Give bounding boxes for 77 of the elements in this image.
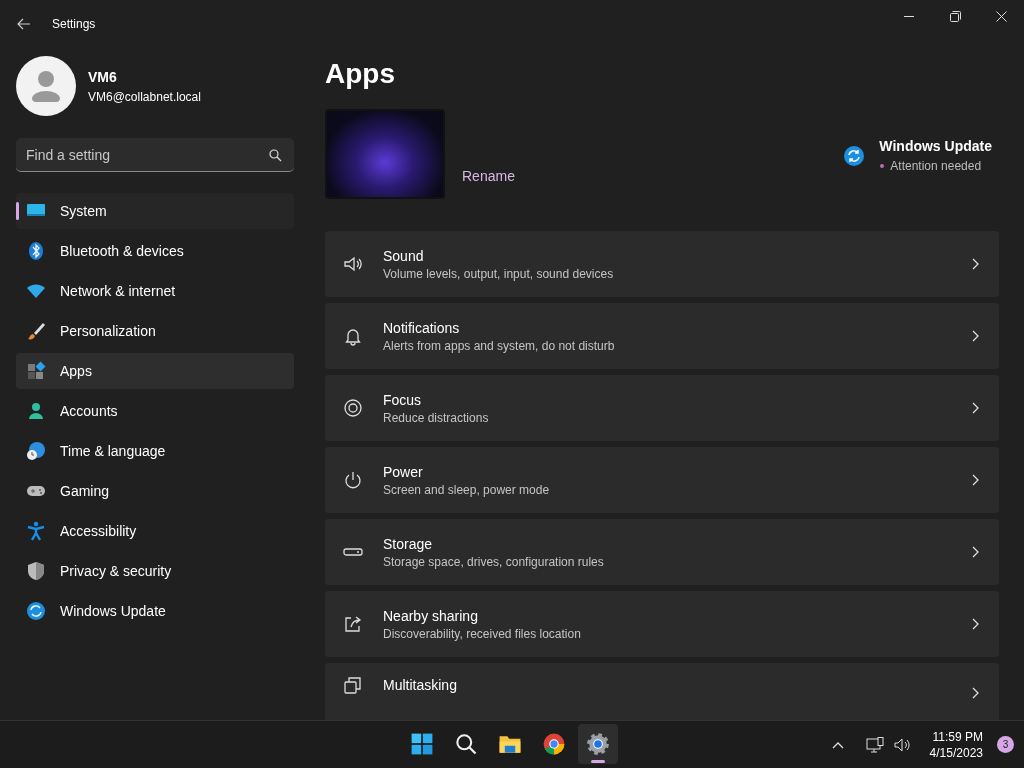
card-subtitle: Storage space, drives, configuration rules: [383, 554, 605, 570]
chevron-right-icon: [972, 618, 979, 630]
update-icon: [26, 601, 46, 621]
chevron-right-icon: [972, 402, 979, 414]
windows-logo-icon: [409, 731, 435, 757]
windows-stack-icon: [343, 675, 363, 695]
active-indicator: [591, 760, 605, 763]
settings-card[interactable]: Nearby sharing Discoverability, received files location: [325, 591, 999, 657]
sidebar-item[interactable]: Personalization: [16, 313, 294, 349]
apps-icon: [26, 361, 46, 381]
update-title[interactable]: Windows Update: [879, 136, 992, 157]
avatar-icon: [16, 56, 76, 116]
page-title: Apps: [325, 57, 396, 91]
bluetooth-icon: [26, 241, 46, 261]
globe-clock-icon: [26, 441, 46, 461]
sidebar-item[interactable]: Time & language: [16, 433, 294, 469]
settings-card[interactable]: Storage Storage space, drives, configuration rules: [325, 519, 999, 585]
user-email: VM6@collabnet.local: [88, 88, 201, 106]
window-title: Settings: [52, 16, 96, 33]
selection-indicator: [16, 202, 19, 220]
gear-icon: [585, 731, 611, 757]
settings-card[interactable]: Notifications Alerts from apps and system, do not disturb: [325, 303, 999, 369]
card-title: Sound: [383, 247, 425, 266]
card-title: Notifications: [383, 319, 461, 338]
volume-icon[interactable]: [893, 736, 912, 753]
search-field[interactable]: Find a setting: [16, 138, 294, 172]
sidebar-item[interactable]: System: [16, 193, 294, 229]
card-subtitle: Volume levels, output, input, sound devices: [383, 266, 615, 282]
chevron-right-icon: [972, 474, 979, 486]
notification-badge[interactable]: 3: [997, 736, 1014, 753]
card-title: Storage: [383, 535, 434, 554]
person-icon: [26, 401, 46, 421]
sidebar-item[interactable]: Gaming: [16, 473, 294, 509]
focus-icon: [343, 398, 363, 418]
browser-icon: [541, 731, 567, 757]
card-subtitle: Discoverability, received files location: [383, 626, 582, 642]
share-icon: [343, 614, 363, 634]
paintbrush-icon: [26, 321, 46, 341]
search-icon[interactable]: [269, 149, 282, 162]
chevron-right-icon: [972, 330, 979, 342]
card-subtitle: Reduce distractions: [383, 410, 490, 426]
settings-card[interactable]: Multitasking: [325, 663, 999, 720]
user-name: VM6: [88, 67, 118, 87]
card-subtitle: Screen and sleep, power mode: [383, 482, 551, 498]
card-title: Nearby sharing: [383, 607, 479, 626]
chevron-right-icon: [972, 258, 979, 270]
accessibility-icon: [26, 521, 46, 541]
sidebar-item[interactable]: Apps: [16, 353, 294, 389]
clock-date[interactable]: 4/15/2023: [929, 744, 983, 761]
update-status: Attention needed: [890, 158, 982, 175]
speaker-icon: [343, 254, 363, 274]
clock-time[interactable]: 11:59 PM: [932, 728, 983, 745]
power-icon: [343, 470, 363, 490]
sidebar-item[interactable]: Bluetooth & devices: [16, 233, 294, 269]
sidebar-item[interactable]: Accessibility: [16, 513, 294, 549]
sidebar-item[interactable]: Windows Update: [16, 593, 294, 629]
chevron-right-icon: [972, 687, 979, 699]
settings-card[interactable]: Sound Volume levels, output, input, sound devices: [325, 231, 999, 297]
card-subtitle: Alerts from apps and system, do not disturb: [383, 338, 616, 354]
bell-icon: [343, 326, 363, 346]
settings-card[interactable]: Power Screen and sleep, power mode: [325, 447, 999, 513]
update-icon: [843, 144, 866, 167]
taskbar-button[interactable]: [578, 724, 618, 764]
shield-icon: [26, 561, 46, 581]
back-icon[interactable]: [16, 16, 32, 32]
sidebar-item[interactable]: Network & internet: [16, 273, 294, 309]
sidebar-item[interactable]: Accounts: [16, 393, 294, 429]
rename-link[interactable]: Rename: [462, 166, 515, 187]
chevron-up-icon[interactable]: [831, 740, 844, 749]
settings-card[interactable]: Focus Reduce distractions: [325, 375, 999, 441]
card-title: Multitasking: [383, 676, 458, 695]
network-icon[interactable]: [865, 736, 884, 753]
chevron-right-icon: [972, 546, 979, 558]
search-icon: [453, 731, 479, 757]
sidebar-item[interactable]: Privacy & security: [16, 553, 294, 589]
card-title: Power: [383, 463, 424, 482]
card-title: Focus: [383, 391, 423, 410]
